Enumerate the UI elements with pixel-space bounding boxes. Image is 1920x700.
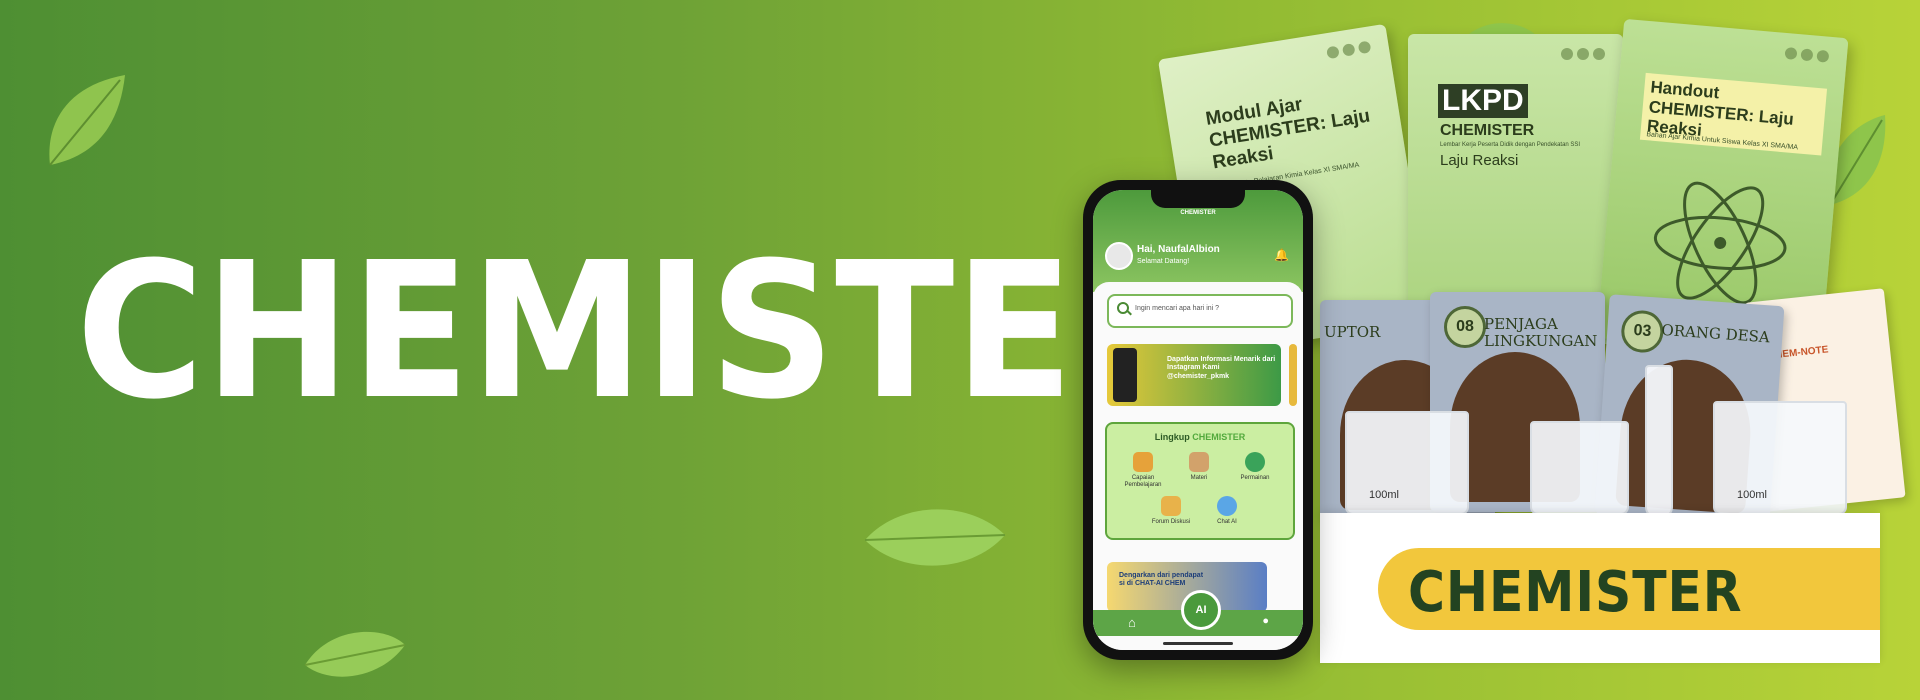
logo-icons xyxy=(1561,48,1605,60)
subgreeting-text: Selamat Datang! xyxy=(1137,258,1190,265)
search-input[interactable]: Ingin mencari apa hari ini ? xyxy=(1107,294,1293,328)
instagram-banner[interactable]: Dapatkan Informasi Menarik dari Instagra… xyxy=(1107,344,1281,406)
feature-capaian[interactable]: Capaian Pembelajaran xyxy=(1115,452,1171,488)
leaf-decoration xyxy=(49,75,125,166)
scope-title-brand: CHEMISTER xyxy=(1192,432,1246,442)
card-number: 08 xyxy=(1444,306,1486,348)
logo-icons xyxy=(1784,46,1830,63)
book-title: LKPD xyxy=(1438,84,1528,118)
app-name: CHEMISTER xyxy=(1180,210,1216,216)
phone-notch xyxy=(1151,190,1245,208)
feature-label: Permainan xyxy=(1240,475,1270,481)
feature-chat-ai[interactable]: Chat AI xyxy=(1199,496,1255,526)
scope-title: Lingkup CHEMISTER xyxy=(1107,432,1293,442)
feature-label: Capaian Pembelajaran xyxy=(1124,475,1162,488)
bell-icon[interactable]: 🔔 xyxy=(1274,248,1289,262)
book-title-2: CHEMISTER xyxy=(1440,122,1535,139)
scope-panel: Lingkup CHEMISTER Capaian Pembelajaran M… xyxy=(1105,422,1295,540)
box-label: CHEMISTER xyxy=(1378,548,1880,630)
test-tube xyxy=(1645,365,1673,519)
box-label-text: CHEMISTER xyxy=(1408,560,1743,625)
beaker xyxy=(1530,421,1629,515)
home-icon[interactable]: ⌂ xyxy=(1128,615,1136,630)
next-banner[interactable] xyxy=(1289,344,1297,406)
target-icon xyxy=(1133,452,1153,472)
scope-title-prefix: Lingkup xyxy=(1154,432,1190,442)
feature-materi[interactable]: Materi xyxy=(1171,452,1227,482)
phone-screen: CHEMISTER Hai, NaufalAlbion Selamat Data… xyxy=(1093,190,1303,650)
chat-ai-fab[interactable]: AI xyxy=(1181,590,1221,630)
people-icon xyxy=(1161,496,1181,516)
avatar[interactable] xyxy=(1105,242,1133,270)
beaker-label: 100ml xyxy=(1369,489,1399,501)
leaf-decoration xyxy=(864,509,1006,566)
logo-icons xyxy=(1326,40,1372,60)
home-indicator xyxy=(1163,642,1233,645)
beaker-label: 100ml xyxy=(1737,489,1767,501)
feature-label: Chat AI xyxy=(1217,519,1237,525)
search-placeholder: Ingin mencari apa hari ini ? xyxy=(1135,305,1220,312)
feature-forum[interactable]: Forum Diskusi xyxy=(1143,496,1199,526)
beaker: 100ml xyxy=(1345,411,1469,515)
card-title: ORANG DESA xyxy=(1660,320,1771,347)
chat-ai-icon xyxy=(1217,496,1237,516)
leaf-decoration xyxy=(304,631,406,677)
beaker: 100ml xyxy=(1713,401,1847,515)
user-icon[interactable]: ● xyxy=(1262,615,1269,627)
phone-mockup: CHEMISTER Hai, NaufalAlbion Selamat Data… xyxy=(1083,180,1313,660)
phone-icon xyxy=(1113,348,1137,402)
hero-title: CHEMISTER xyxy=(76,222,1209,441)
promo-text: Dengarkan dari pendapat si di CHAT-AI CH… xyxy=(1119,572,1204,588)
book-topic: Laju Reaksi xyxy=(1440,152,1519,169)
book-title: Modul Ajar CHEMISTER: Laju Reaksi xyxy=(1204,93,1372,174)
feature-label: Materi xyxy=(1190,475,1208,481)
gamepad-icon xyxy=(1245,452,1265,472)
book-subtitle: Lembar Kerja Peserta Didik dengan Pendek… xyxy=(1440,142,1581,148)
feature-permainan[interactable]: Permainan xyxy=(1227,452,1283,482)
card-title: UPTOR xyxy=(1324,323,1381,341)
feature-label: Forum Diskusi xyxy=(1151,519,1191,525)
card-number: 03 xyxy=(1619,309,1665,354)
greeting-text: Hai, NaufalAlbion xyxy=(1137,244,1220,255)
book-icon xyxy=(1189,452,1209,472)
search-icon xyxy=(1117,302,1129,314)
card-title: PENJAGA LINGKUNGAN xyxy=(1484,315,1598,350)
banner-text: Dapatkan Informasi Menarik dari Instagra… xyxy=(1167,356,1276,380)
